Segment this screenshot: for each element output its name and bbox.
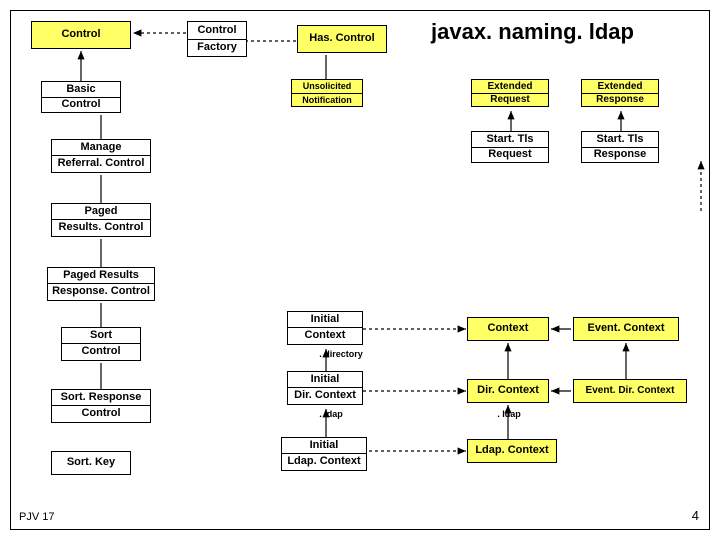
control-interface: Control [31,21,131,49]
sort-label: Sort [61,327,141,343]
diagram-frame: Control Control Factory Has. Control jav… [10,10,710,530]
ldap1-label: . ldap [311,409,351,419]
eventdircontext-label: Event. Dir. Context [573,379,687,403]
dircontext2-label: Dir. Context [467,379,549,403]
context1-label: Context [287,327,363,345]
context2-label: Context [467,317,549,341]
control-label: Control [187,21,247,39]
response1-label: Response [581,93,659,107]
control4-label: Control [61,343,141,361]
ldapcontext1-label: Ldap. Context [281,453,367,471]
results-label: Results. Control [51,219,151,237]
footer-right: 4 [692,508,699,523]
ldap2-label: . ldap [489,409,529,419]
extended2-label: Extended [581,79,659,93]
factory-label: Factory [187,39,247,57]
dircontext1-label: Dir. Context [287,387,363,405]
initial1-label: Initial [287,311,363,327]
notification-label: Notification [291,93,363,107]
control3-label: Control [41,97,121,113]
pagedresults-label: Paged Results [47,267,155,283]
initial3-label: Initial [281,437,367,453]
sortkey-label: Sort. Key [51,451,131,475]
request1-label: Request [471,93,549,107]
eventcontext-label: Event. Context [573,317,679,341]
referral-label: Referral. Control [51,155,151,173]
footer-left: PJV 17 [19,511,54,523]
sortresponse-label: Sort. Response [51,389,151,405]
initial2-label: Initial [287,371,363,387]
paged-label: Paged [51,203,151,219]
response2-label: Response [581,147,659,163]
directory-label: . directory [311,349,371,359]
starttls2-label: Start. Tls [581,131,659,147]
unsolicited-label: Unsolicited [291,79,363,93]
package-title: javax. naming. ldap [431,19,634,45]
extended1-label: Extended [471,79,549,93]
request2-label: Request [471,147,549,163]
ldapcontext2-label: Ldap. Context [467,439,557,463]
control5-label: Control [51,405,151,423]
responsecontrol-label: Response. Control [47,283,155,301]
starttls1-label: Start. Tls [471,131,549,147]
manage-label: Manage [51,139,151,155]
basic-label: Basic [41,81,121,97]
hascontrol-interface: Has. Control [297,25,387,53]
